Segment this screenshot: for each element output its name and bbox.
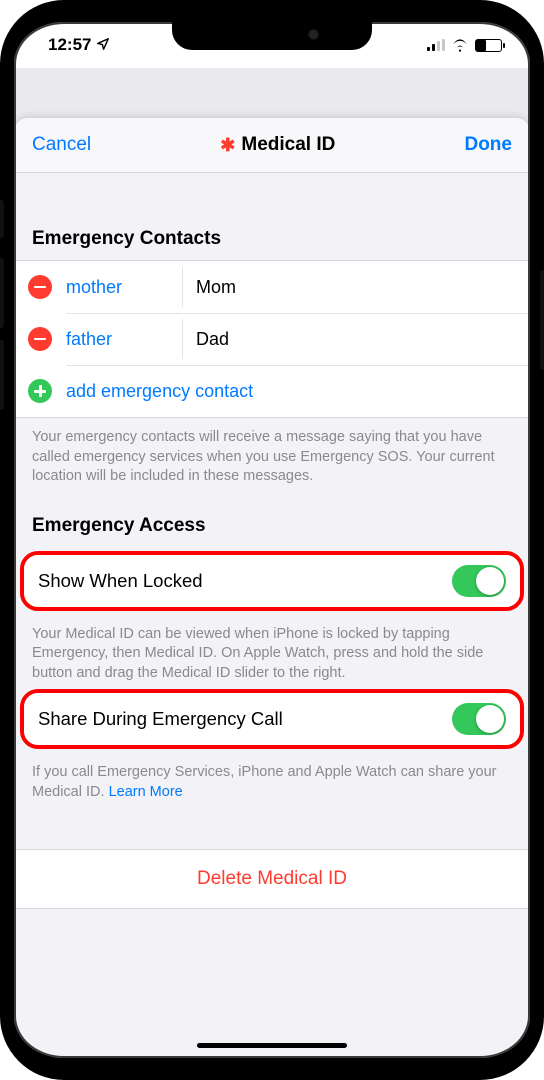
remove-contact-icon[interactable] xyxy=(28,275,52,299)
show-when-locked-toggle[interactable] xyxy=(452,565,506,597)
share-during-call-label: Share During Emergency Call xyxy=(38,708,283,730)
cancel-button[interactable]: Cancel xyxy=(32,134,91,156)
contact-relation[interactable]: father xyxy=(66,329,182,350)
show-locked-footer: Your Medical ID can be viewed when iPhon… xyxy=(14,615,530,686)
add-icon[interactable] xyxy=(28,379,52,403)
highlight-annotation: Share During Emergency Call xyxy=(20,689,524,749)
contact-name: Mom xyxy=(182,277,236,298)
emergency-contacts-list: mother Mom father Dad add emergency cont… xyxy=(14,260,530,418)
add-contact-row[interactable]: add emergency contact xyxy=(14,365,530,417)
share-call-footer: If you call Emergency Services, iPhone a… xyxy=(14,753,530,804)
home-indicator[interactable] xyxy=(197,1043,347,1048)
contact-relation[interactable]: mother xyxy=(66,277,182,298)
show-when-locked-label: Show When Locked xyxy=(38,570,203,592)
learn-more-link[interactable]: Learn More xyxy=(109,784,183,800)
contact-row[interactable]: mother Mom xyxy=(14,261,530,313)
share-during-call-row: Share During Emergency Call xyxy=(24,693,520,745)
emergency-access-title: Emergency Access xyxy=(14,489,530,547)
remove-contact-icon[interactable] xyxy=(28,327,52,351)
done-button[interactable]: Done xyxy=(464,134,512,156)
battery-icon xyxy=(475,39,502,52)
location-icon xyxy=(96,37,110,54)
page-title: ✱ Medical ID xyxy=(220,134,335,156)
medical-id-icon: ✱ xyxy=(220,136,235,154)
contacts-footer: Your emergency contacts will receive a m… xyxy=(14,418,530,489)
modal-header: Cancel ✱ Medical ID Done xyxy=(14,118,530,172)
emergency-contacts-title: Emergency Contacts xyxy=(14,202,530,260)
status-time: 12:57 xyxy=(48,35,91,55)
add-contact-label: add emergency contact xyxy=(66,381,253,402)
contact-name: Dad xyxy=(182,329,229,350)
cellular-icon xyxy=(427,39,445,51)
medical-id-modal: Cancel ✱ Medical ID Done Emergency Conta… xyxy=(14,118,530,1058)
wifi-icon xyxy=(451,38,469,52)
delete-medical-id-button[interactable]: Delete Medical ID xyxy=(14,849,530,909)
highlight-annotation: Show When Locked xyxy=(20,551,524,611)
show-when-locked-row: Show When Locked xyxy=(24,555,520,607)
share-during-call-toggle[interactable] xyxy=(452,703,506,735)
contact-row[interactable]: father Dad xyxy=(14,313,530,365)
